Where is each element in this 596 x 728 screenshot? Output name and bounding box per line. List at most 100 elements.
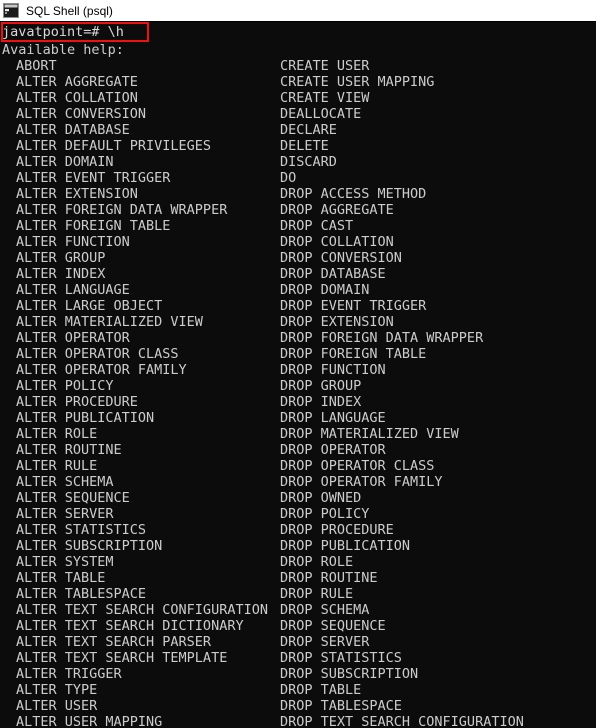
help-command-right: DELETE: [280, 138, 329, 154]
help-command-left: ALTER SERVER: [16, 506, 114, 522]
help-command-left: ALTER ROUTINE: [16, 442, 122, 458]
help-row: ALTER FOREIGN TABLE DROP CAST: [0, 218, 596, 234]
help-command-right: DROP PUBLICATION: [280, 538, 411, 554]
help-row: ALTER PROCEDURE DROP INDEX: [0, 394, 596, 410]
help-command-left: ALTER FOREIGN DATA WRAPPER: [16, 202, 228, 218]
help-command-right: DROP ACCESS METHOD: [280, 186, 427, 202]
help-row: ALTER OPERATOR FAMILY DROP FUNCTION: [0, 362, 596, 378]
help-row: ALTER OPERATOR CLASS DROP FOREIGN TABLE: [0, 346, 596, 362]
help-command-right: DROP OPERATOR FAMILY: [280, 474, 443, 490]
help-row: ALTER LARGE OBJECT DROP EVENT TRIGGER: [0, 298, 596, 314]
help-command-left: ALTER ROLE: [16, 426, 98, 442]
window-title: SQL Shell (psql): [26, 3, 113, 18]
help-command-left: ALTER DEFAULT PRIVILEGES: [16, 138, 212, 154]
help-command-left: ALTER SUBSCRIPTION: [16, 538, 163, 554]
help-command-right: CREATE VIEW: [280, 90, 370, 106]
help-command-right: DROP COLLATION: [280, 234, 394, 250]
help-command-left: ALTER TEXT SEARCH CONFIGURATION: [16, 602, 268, 618]
help-row: ALTER USER DROP TABLESPACE: [0, 698, 596, 714]
help-command-left: ALTER OPERATOR: [16, 330, 130, 346]
help-row: ALTER TABLE DROP ROUTINE: [0, 570, 596, 586]
help-command-right: DROP OPERATOR CLASS: [280, 458, 435, 474]
help-row: ALTER ROLE DROP MATERIALIZED VIEW: [0, 426, 596, 442]
help-row: ALTER EXTENSION DROP ACCESS METHOD: [0, 186, 596, 202]
help-row: ALTER USER MAPPING DROP TEXT SEARCH CONFI…: [0, 714, 596, 728]
help-command-left: ALTER MATERIALIZED VIEW: [16, 314, 203, 330]
help-row: ABORT CREATE USER: [0, 58, 596, 74]
help-row: ALTER EVENT TRIGGER DO: [0, 170, 596, 186]
help-row: ALTER SYSTEM DROP ROLE: [0, 554, 596, 570]
help-row: ALTER FOREIGN DATA WRAPPER DROP AGGREGATE: [0, 202, 596, 218]
help-row: ALTER PUBLICATION DROP LANGUAGE: [0, 410, 596, 426]
help-row: ALTER TYPE DROP TABLE: [0, 682, 596, 698]
help-command-right: DROP LANGUAGE: [280, 410, 386, 426]
help-command-left: ALTER DOMAIN: [16, 154, 114, 170]
help-command-left: ALTER TABLESPACE: [16, 586, 147, 602]
help-command-right: DROP OWNED: [280, 490, 362, 506]
help-command-left: ALTER SYSTEM: [16, 554, 114, 570]
help-command-right: DECLARE: [280, 122, 337, 138]
help-command-right: DROP TABLE: [280, 682, 362, 698]
help-command-right: DROP TABLESPACE: [280, 698, 402, 714]
help-command-left: ALTER TABLE: [16, 570, 106, 586]
help-row: ALTER INDEX DROP DATABASE: [0, 266, 596, 282]
help-command-right: DO: [280, 170, 297, 186]
help-command-right: DROP STATISTICS: [280, 650, 402, 666]
console-window-icon: [3, 3, 19, 18]
help-command-right: DROP FUNCTION: [280, 362, 386, 378]
help-command-right: DEALLOCATE: [280, 106, 362, 122]
help-row: ALTER TABLESPACE DROP RULE: [0, 586, 596, 602]
help-command-left: ALTER TEXT SEARCH TEMPLATE: [16, 650, 228, 666]
help-row: ALTER SEQUENCE DROP OWNED: [0, 490, 596, 506]
help-command-right: DROP SUBSCRIPTION: [280, 666, 419, 682]
help-command-left: ALTER OPERATOR FAMILY: [16, 362, 187, 378]
help-command-left: ALTER USER: [16, 698, 98, 714]
available-help-heading: Available help:: [2, 42, 124, 58]
help-row: ALTER COLLATION CREATE VIEW: [0, 90, 596, 106]
help-command-left: ALTER EXTENSION: [16, 186, 138, 202]
help-row: ALTER RULE DROP OPERATOR CLASS: [0, 458, 596, 474]
help-command-left: ALTER EVENT TRIGGER: [16, 170, 171, 186]
help-command-right: DROP EXTENSION: [280, 314, 394, 330]
help-command-right: DROP SERVER: [280, 634, 370, 650]
help-command-grid: ABORT CREATE USER ALTER AGGREGATE CREATE US…: [0, 58, 596, 728]
help-command-left: ALTER AGGREGATE: [16, 74, 138, 90]
help-command-left: ALTER FUNCTION: [16, 234, 130, 250]
help-command-right: CREATE USER MAPPING: [280, 74, 435, 90]
help-row: ALTER TEXT SEARCH PARSER DROP SERVER: [0, 634, 596, 650]
help-command-right: DISCARD: [280, 154, 337, 170]
help-command-right: DROP GROUP: [280, 378, 362, 394]
help-command-right: DROP OPERATOR: [280, 442, 386, 458]
psql-prompt-line: javatpoint=# \h: [2, 24, 124, 40]
help-command-right: DROP AGGREGATE: [280, 202, 394, 218]
help-command-right: DROP DATABASE: [280, 266, 386, 282]
title-bar: SQL Shell (psql): [0, 0, 596, 22]
help-row: ALTER CONVERSION DEALLOCATE: [0, 106, 596, 122]
help-row: ALTER SUBSCRIPTION DROP PUBLICATION: [0, 538, 596, 554]
help-row: ALTER POLICY DROP GROUP: [0, 378, 596, 394]
sql-shell-window: SQL Shell (psql) javatpoint=# \h Availab…: [0, 0, 596, 728]
help-row: ALTER ROUTINE DROP OPERATOR: [0, 442, 596, 458]
terminal-output-area[interactable]: javatpoint=# \h Available help: ABORT CRE…: [0, 22, 596, 728]
help-command-right: CREATE USER: [280, 58, 370, 74]
help-row: ALTER FUNCTION DROP COLLATION: [0, 234, 596, 250]
help-command-left: ALTER TRIGGER: [16, 666, 122, 682]
help-command-left: ALTER RULE: [16, 458, 98, 474]
help-command-right: DROP TEXT SEARCH CONFIGURATION: [280, 714, 524, 728]
help-row: ALTER GROUP DROP CONVERSION: [0, 250, 596, 266]
help-command-right: DROP SCHEMA: [280, 602, 370, 618]
help-command-left: ALTER TEXT SEARCH DICTIONARY: [16, 618, 244, 634]
help-row: ALTER TEXT SEARCH CONFIGURATION DROP SCHE…: [0, 602, 596, 618]
help-command-right: DROP PROCEDURE: [280, 522, 394, 538]
help-command-left: ALTER FOREIGN TABLE: [16, 218, 171, 234]
help-command-left: ALTER LANGUAGE: [16, 282, 130, 298]
help-command-left: ALTER TEXT SEARCH PARSER: [16, 634, 212, 650]
help-row: ALTER LANGUAGE DROP DOMAIN: [0, 282, 596, 298]
help-command-right: DROP MATERIALIZED VIEW: [280, 426, 459, 442]
help-row: ALTER DEFAULT PRIVILEGES DELETE: [0, 138, 596, 154]
help-command-left: ALTER STATISTICS: [16, 522, 147, 538]
help-command-left: ALTER POLICY: [16, 378, 114, 394]
help-command-right: DROP SEQUENCE: [280, 618, 386, 634]
help-command-right: DROP POLICY: [280, 506, 370, 522]
help-row: ALTER OPERATOR DROP FOREIGN DATA WRAPPER: [0, 330, 596, 346]
